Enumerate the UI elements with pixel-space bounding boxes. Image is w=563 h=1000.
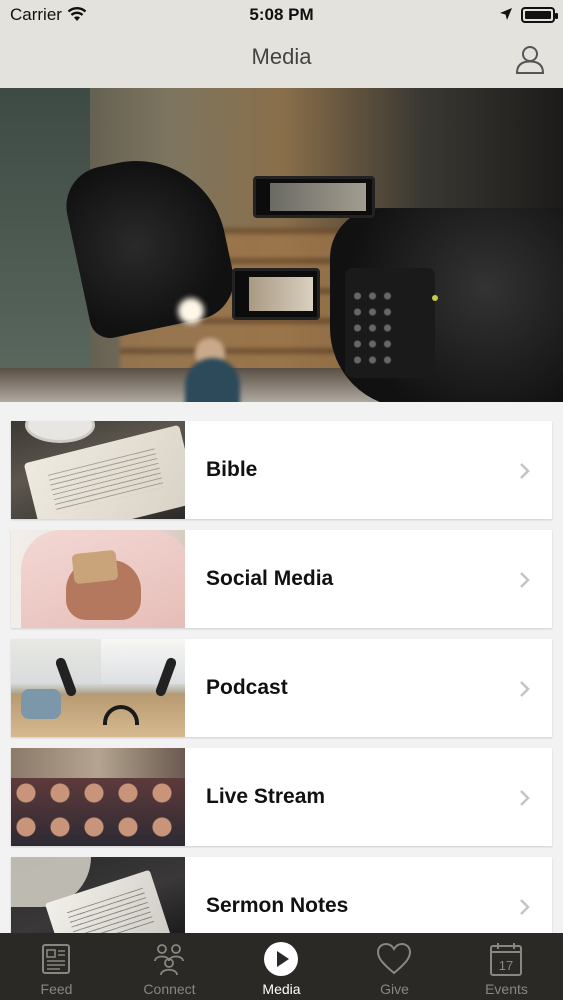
social-media-thumbnail xyxy=(11,530,185,628)
tab-feed[interactable]: Feed xyxy=(0,933,113,1000)
chevron-right-icon xyxy=(520,572,530,588)
play-icon xyxy=(264,942,298,976)
media-item-label: Live Stream xyxy=(206,785,326,808)
media-item-bible[interactable]: Bible xyxy=(11,421,552,519)
chevron-right-icon xyxy=(520,899,530,915)
media-item-label: Podcast xyxy=(206,676,288,699)
tab-media[interactable]: Media xyxy=(225,933,338,1000)
newspaper-icon xyxy=(42,944,70,974)
media-item-podcast[interactable]: Podcast xyxy=(11,639,552,737)
chevron-right-icon xyxy=(520,681,530,697)
tab-label: Media xyxy=(262,981,301,997)
tab-label: Events xyxy=(485,981,528,997)
tab-label: Give xyxy=(380,981,409,997)
calendar-icon: 17 xyxy=(490,943,522,976)
people-icon xyxy=(154,944,184,976)
tab-give[interactable]: Give xyxy=(338,933,451,1000)
tab-bar: Feed Connect Media Give 17 Events xyxy=(0,933,563,1000)
heart-icon xyxy=(376,942,412,975)
battery-icon xyxy=(521,7,558,23)
tab-label: Connect xyxy=(143,981,196,997)
chevron-right-icon xyxy=(520,463,530,479)
calendar-date: 17 xyxy=(499,958,513,973)
clock: 5:08 PM xyxy=(249,5,314,24)
media-item-live-stream[interactable]: Live Stream xyxy=(11,748,552,846)
media-item-label: Bible xyxy=(206,458,258,481)
tab-connect[interactable]: Connect xyxy=(113,933,226,1000)
tab-label: Feed xyxy=(40,981,73,997)
person-icon[interactable] xyxy=(515,44,545,74)
status-bar: Carrier 5:08 PM xyxy=(0,0,563,30)
page-title: Media xyxy=(251,44,312,69)
bible-thumbnail xyxy=(11,421,185,519)
top-bar: Carrier 5:08 PM Media xyxy=(0,0,563,88)
podcast-thumbnail xyxy=(11,639,185,737)
chevron-right-icon xyxy=(520,790,530,806)
media-item-label: Social Media xyxy=(206,567,334,590)
media-item-social-media[interactable]: Social Media xyxy=(11,530,552,628)
tab-events[interactable]: 17 Events xyxy=(450,933,563,1000)
hero-image xyxy=(0,88,563,402)
live-stream-thumbnail xyxy=(11,748,185,846)
location-arrow-icon xyxy=(499,6,513,26)
